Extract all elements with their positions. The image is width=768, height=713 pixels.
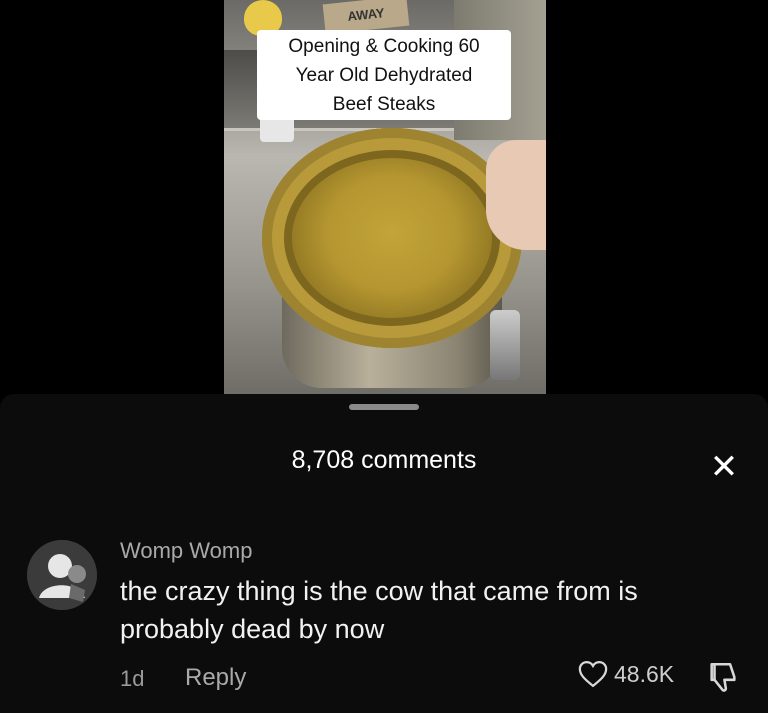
video-caption: Opening & Cooking 60 Year Old Dehydrated…: [257, 30, 511, 120]
reply-button[interactable]: Reply: [185, 664, 246, 692]
close-icon[interactable]: ✕: [705, 450, 743, 488]
like-button[interactable]: 48.6K: [578, 660, 674, 688]
comment-username[interactable]: Womp Womp: [120, 538, 252, 564]
ration-can: [262, 128, 522, 390]
sheet-drag-handle[interactable]: [349, 404, 419, 410]
can-opener: [490, 310, 520, 380]
video-thumbnail[interactable]: AWAY Opening & Cooking 60 Year Old Dehyd…: [224, 0, 546, 394]
can-lid: [262, 128, 522, 348]
comments-sheet: 8,708 comments ✕ Womp Womp the crazy thi…: [0, 394, 768, 713]
heart-icon: [578, 660, 608, 688]
comment-text: the crazy thing is the cow that came fro…: [120, 576, 638, 644]
avatar[interactable]: [27, 540, 97, 610]
comments-count: 8,708 comments: [291, 446, 477, 474]
comment-time: 1d: [120, 666, 145, 691]
like-count: 48.6K: [614, 660, 675, 687]
hand: [486, 140, 546, 250]
video-caption-text: Opening & Cooking 60 Year Old Dehydrated…: [288, 36, 480, 115]
dislike-icon[interactable]: [706, 660, 740, 694]
